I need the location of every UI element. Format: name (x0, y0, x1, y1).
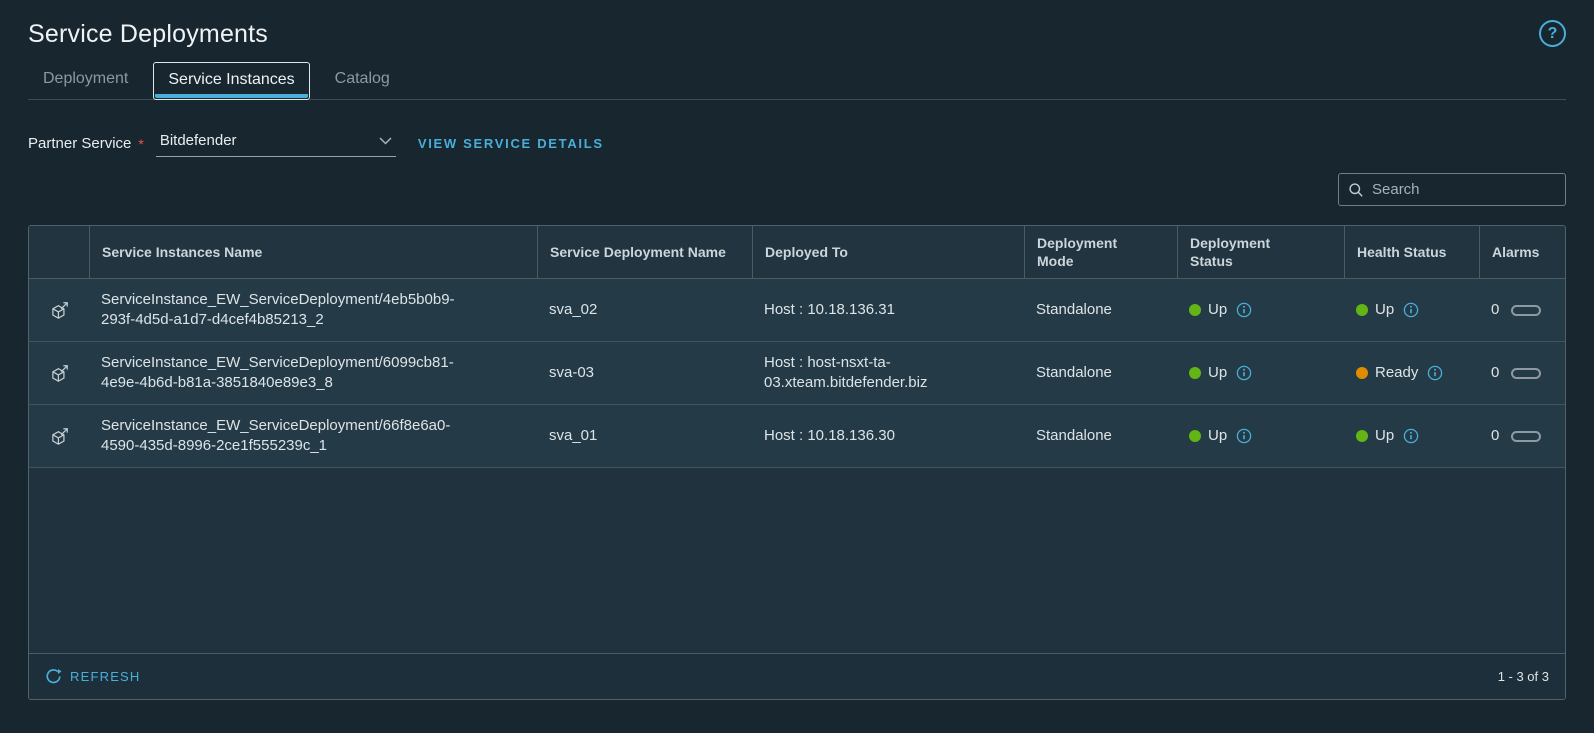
partner-service-filter: Partner Service * Bitdefender VIEW SERVI… (28, 130, 1566, 157)
tab-service-instances[interactable]: Service Instances (153, 62, 310, 100)
open-instance-icon[interactable] (29, 342, 89, 404)
cell-alarms: 0 (1479, 279, 1565, 341)
header-service-deployment-name[interactable]: Service Deployment Name (537, 226, 752, 279)
status-label: Up (1208, 364, 1228, 382)
open-instance-icon[interactable] (29, 405, 89, 467)
cell-service-instance-name: ServiceInstance_EW_ServiceDeployment/66f… (101, 417, 451, 455)
cell-deployed-to: Host : 10.18.136.30 (764, 427, 895, 445)
cell-health-status: Ready (1344, 342, 1479, 404)
cell-service-deployment-name: sva_01 (549, 427, 598, 445)
cell-alarms: 0 (1479, 342, 1565, 404)
header-alarms[interactable]: Alarms (1479, 226, 1565, 279)
table-header-row: Service Instances Name Service Deploymen… (29, 226, 1565, 280)
tab-deployment[interactable]: Deployment (28, 61, 143, 99)
open-instance-icon[interactable] (29, 279, 89, 341)
cell-deployment-mode: Standalone (1036, 364, 1112, 382)
cell-deployed-to: Host : 10.18.136.31 (764, 301, 895, 319)
cell-alarms: 0 (1479, 405, 1565, 467)
info-icon[interactable] (1236, 365, 1252, 381)
alarm-count: 0 (1491, 301, 1500, 319)
status-dot (1189, 367, 1201, 380)
cell-deployment-status: Up (1177, 279, 1344, 341)
status-dot (1356, 367, 1368, 380)
view-service-details-link[interactable]: VIEW SERVICE DETAILS (418, 136, 604, 151)
alarm-count: 0 (1491, 364, 1500, 382)
refresh-button[interactable]: REFRESH (45, 668, 141, 685)
cell-health-status: Up (1344, 279, 1479, 341)
cell-service-deployment-name: sva_02 (549, 301, 598, 319)
info-icon[interactable] (1236, 302, 1252, 318)
table-row: ServiceInstance_EW_ServiceDeployment/4eb… (29, 279, 1565, 343)
cell-service-instance-name: ServiceInstance_EW_ServiceDeployment/4eb… (101, 291, 455, 329)
tab-bar: Deployment Service Instances Catalog (28, 61, 1566, 100)
cell-deployment-status: Up (1177, 342, 1344, 404)
info-icon[interactable] (1403, 428, 1419, 444)
status-dot (1189, 304, 1201, 317)
status-label: Up (1375, 301, 1395, 319)
header-deployed-to[interactable]: Deployed To (752, 226, 1024, 279)
header-deployment-mode[interactable]: Deployment Mode (1024, 226, 1177, 279)
alarm-meter[interactable] (1511, 367, 1542, 379)
partner-service-value: Bitdefender (159, 132, 237, 149)
required-asterisk: * (138, 135, 144, 152)
cell-health-status: Up (1344, 405, 1479, 467)
status-dot (1189, 430, 1201, 443)
search-icon (1348, 182, 1364, 198)
status-label: Ready (1375, 364, 1419, 382)
header-expander (29, 226, 89, 278)
info-icon[interactable] (1403, 302, 1419, 318)
info-icon[interactable] (1236, 428, 1252, 444)
service-instances-table: Service Instances Name Service Deploymen… (28, 225, 1566, 700)
service-deployments-page: Service Deployments ? Deployment Service… (0, 0, 1594, 733)
help-icon[interactable]: ? (1539, 20, 1566, 47)
status-dot (1356, 430, 1368, 443)
header-health-status[interactable]: Health Status (1344, 226, 1479, 279)
refresh-label: REFRESH (70, 669, 141, 684)
header-deployment-status[interactable]: Deployment Status (1177, 226, 1344, 279)
search-input[interactable] (1372, 181, 1571, 198)
status-label: Up (1208, 301, 1228, 319)
page-title: Service Deployments (28, 20, 269, 48)
tab-catalog[interactable]: Catalog (320, 61, 405, 99)
table-row: ServiceInstance_EW_ServiceDeployment/66f… (29, 405, 1565, 469)
page-header: Service Deployments ? (28, 0, 1566, 49)
status-label: Up (1375, 427, 1395, 445)
header-service-instances-name[interactable]: Service Instances Name (89, 226, 537, 279)
cell-deployment-mode: Standalone (1036, 301, 1112, 319)
chevron-down-icon (379, 136, 392, 145)
table-row: ServiceInstance_EW_ServiceDeployment/609… (29, 342, 1565, 406)
refresh-icon (45, 668, 62, 685)
cell-deployment-status: Up (1177, 405, 1344, 467)
info-icon[interactable] (1427, 365, 1443, 381)
status-dot (1356, 304, 1368, 317)
partner-service-label: Partner Service (28, 135, 132, 152)
status-label: Up (1208, 427, 1228, 445)
alarm-meter[interactable] (1511, 304, 1542, 316)
cell-service-instance-name: ServiceInstance_EW_ServiceDeployment/609… (101, 354, 454, 392)
cell-service-deployment-name: sva-03 (549, 364, 595, 382)
table-footer: REFRESH 1 - 3 of 3 (29, 653, 1565, 699)
alarm-count: 0 (1491, 427, 1500, 445)
search-box[interactable] (1338, 173, 1571, 206)
cell-deployment-mode: Standalone (1036, 427, 1112, 445)
search-row (28, 173, 1571, 206)
table-empty-area (29, 468, 1565, 653)
cell-deployed-to: Host : host-nsxt-ta-03.xteam.bitdefender… (764, 354, 928, 392)
pagination-range: 1 - 3 of 3 (1497, 669, 1549, 684)
alarm-meter[interactable] (1511, 430, 1542, 442)
partner-service-select[interactable]: Bitdefender (155, 130, 396, 157)
